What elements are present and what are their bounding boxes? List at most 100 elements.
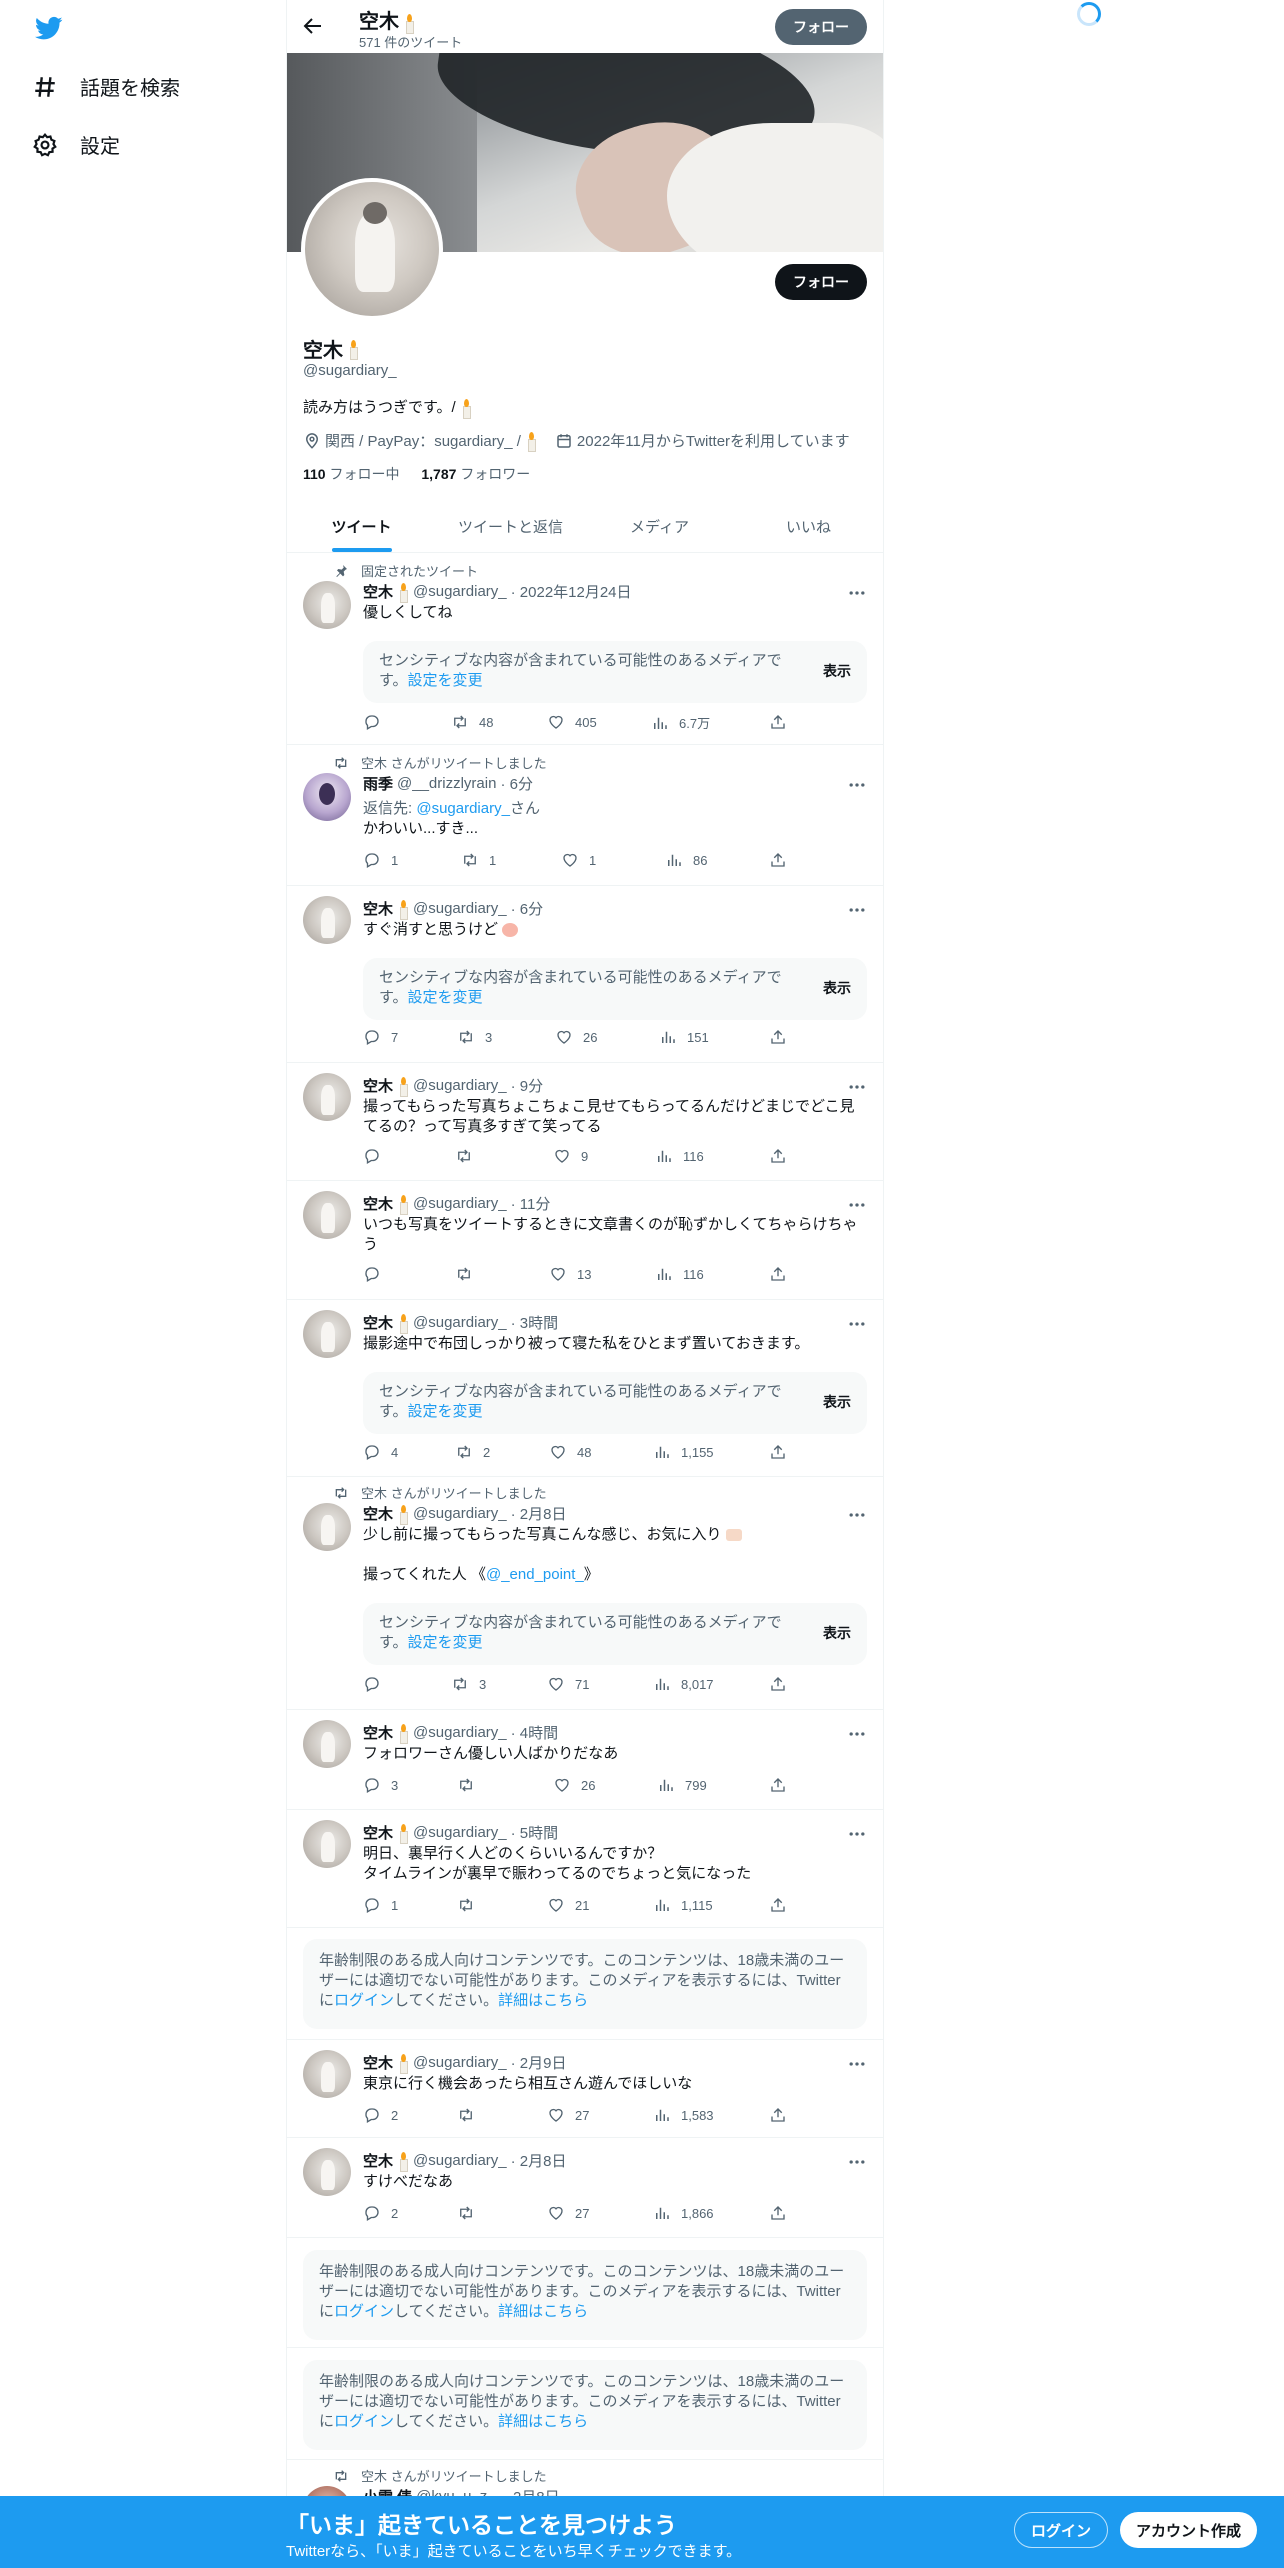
tweet[interactable]: 空木 さんがリツイートしました 空木 @sugardiary_ · 2月8日 少し前…: [287, 1477, 883, 1710]
reply-button[interactable]: 1: [363, 851, 398, 869]
share-button[interactable]: [769, 2106, 797, 2124]
retweet-button[interactable]: [457, 1896, 485, 1914]
avatar[interactable]: [303, 773, 351, 821]
reply-button[interactable]: [363, 1147, 391, 1165]
retweet-button[interactable]: 2: [455, 1443, 490, 1461]
reply-button[interactable]: 2: [363, 2106, 398, 2124]
tweet[interactable]: 空木 @sugardiary_ · 6分 すぐ消すと思うけど センシティブな内容が含…: [287, 886, 883, 1063]
tab-tweets-and-replies[interactable]: ツイートと返信: [436, 500, 585, 552]
tweet-time[interactable]: · 2月9日: [511, 2052, 567, 2073]
share-button[interactable]: [769, 1443, 797, 1461]
like-button[interactable]: 27: [547, 2106, 589, 2124]
views-button[interactable]: 799: [657, 1776, 707, 1794]
tweet-time[interactable]: · 9分: [511, 1075, 544, 1096]
tweet-time[interactable]: · 5時間: [511, 1822, 559, 1843]
twitter-logo-icon[interactable]: [32, 14, 66, 42]
reply-button[interactable]: [363, 1675, 391, 1693]
avatar[interactable]: [303, 1191, 351, 1239]
nav-explore[interactable]: 話題を検索: [32, 72, 180, 101]
author-handle[interactable]: @sugardiary_: [413, 583, 507, 600]
views-button[interactable]: 1,866: [653, 2204, 714, 2222]
like-button[interactable]: 405: [547, 713, 597, 731]
followers-link[interactable]: 1,787 フォロワー: [421, 466, 530, 482]
retweet-button[interactable]: [455, 1147, 483, 1165]
show-media-button[interactable]: 表示: [823, 978, 851, 998]
login-link[interactable]: ログイン: [334, 2413, 394, 2430]
show-media-button[interactable]: 表示: [823, 1392, 851, 1412]
change-settings-link[interactable]: 設定を変更: [408, 989, 483, 1006]
author-name[interactable]: 空木: [363, 1722, 393, 1743]
back-arrow-icon[interactable]: [301, 14, 325, 38]
profile-avatar[interactable]: [301, 178, 443, 320]
tweet-time[interactable]: · 2022年12月24日: [511, 581, 632, 602]
author-name[interactable]: 空木: [363, 1822, 393, 1843]
following-link[interactable]: 110 フォロー中: [303, 466, 399, 482]
tweet[interactable]: 空木 @sugardiary_ · 3時間 撮影途中で布団しっかり被って寝た私をひと…: [287, 1300, 883, 1477]
tab-media[interactable]: メディア: [585, 500, 734, 552]
author-handle[interactable]: @sugardiary_: [413, 2054, 507, 2071]
change-settings-link[interactable]: 設定を変更: [408, 1403, 483, 1420]
author-name[interactable]: 空木: [363, 1312, 393, 1333]
tweet[interactable]: 空木 @sugardiary_ · 9分 撮ってもらった写真ちょこちょこ見せてもらっ…: [287, 1063, 883, 1181]
follow-button[interactable]: フォロー: [775, 264, 867, 300]
reply-button[interactable]: 1: [363, 1896, 398, 1914]
author-handle[interactable]: @sugardiary_: [413, 900, 507, 917]
tweet-time[interactable]: · 3時間: [511, 1312, 559, 1333]
show-media-button[interactable]: 表示: [823, 661, 851, 681]
author-handle[interactable]: @sugardiary_: [413, 1724, 507, 1741]
reply-button[interactable]: 4: [363, 1443, 398, 1461]
more-icon[interactable]: [847, 900, 867, 920]
more-icon[interactable]: [847, 2152, 867, 2172]
author-handle[interactable]: @__drizzlyrain: [397, 775, 496, 792]
author-handle[interactable]: @sugardiary_: [413, 1195, 507, 1212]
like-button[interactable]: 9: [553, 1147, 588, 1165]
author-handle[interactable]: @sugardiary_: [413, 1824, 507, 1841]
login-button[interactable]: ログイン: [1014, 2512, 1109, 2548]
more-icon[interactable]: [847, 1824, 867, 1844]
tweet-time[interactable]: · 6分: [511, 898, 544, 919]
like-button[interactable]: 13: [549, 1265, 591, 1283]
avatar[interactable]: [303, 2050, 351, 2098]
views-button[interactable]: 1,115: [653, 1896, 713, 1914]
share-button[interactable]: [769, 713, 797, 731]
author-name[interactable]: 雨季: [363, 773, 393, 794]
author-name[interactable]: 空木: [363, 581, 393, 602]
author-handle[interactable]: @sugardiary_: [413, 1077, 507, 1094]
avatar[interactable]: [303, 896, 351, 944]
avatar[interactable]: [303, 2148, 351, 2196]
more-icon[interactable]: [847, 2054, 867, 2074]
share-button[interactable]: [769, 1147, 797, 1165]
show-media-button[interactable]: 表示: [823, 1623, 851, 1643]
avatar[interactable]: [303, 1820, 351, 1868]
views-button[interactable]: 116: [655, 1265, 704, 1283]
views-button[interactable]: 116: [655, 1147, 704, 1165]
tweet[interactable]: 空木 @sugardiary_ · 2月9日 東京に行く機会あったら相互さん遊んでほ…: [287, 2040, 883, 2138]
tweet[interactable]: 空木 @sugardiary_ · 5時間 明日、裏早行く人どのくらいいるんですか？…: [287, 1810, 883, 1928]
like-button[interactable]: 48: [549, 1443, 591, 1461]
retweet-button[interactable]: 1: [461, 851, 496, 869]
more-icon[interactable]: [847, 583, 867, 603]
more-icon[interactable]: [847, 1314, 867, 1334]
author-name[interactable]: 空木: [363, 898, 393, 919]
login-link[interactable]: ログイン: [334, 1992, 394, 2009]
reply-button[interactable]: 3: [363, 1776, 398, 1794]
tweet-time[interactable]: · 6分: [500, 773, 533, 794]
views-button[interactable]: 6.7万: [651, 713, 710, 732]
author-name[interactable]: 空木: [363, 1503, 393, 1524]
tab-likes[interactable]: いいね: [734, 500, 883, 552]
like-button[interactable]: 1: [561, 851, 596, 869]
retweet-button[interactable]: [457, 2204, 485, 2222]
like-button[interactable]: 27: [547, 2204, 589, 2222]
views-button[interactable]: 1,155: [653, 1443, 714, 1461]
tweet[interactable]: 固定されたツイート 空木 @sugardiary_ · 2022年12月24日 優し…: [287, 553, 883, 745]
share-button[interactable]: [769, 1028, 797, 1046]
share-button[interactable]: [769, 2204, 797, 2222]
author-name[interactable]: 空木: [363, 2052, 393, 2073]
retweet-button[interactable]: 48: [451, 713, 493, 731]
share-button[interactable]: [769, 1675, 797, 1693]
signup-button[interactable]: アカウント作成: [1120, 2512, 1258, 2548]
share-button[interactable]: [769, 1896, 797, 1914]
author-handle[interactable]: @sugardiary_: [413, 1314, 507, 1331]
avatar[interactable]: [303, 1073, 351, 1121]
avatar[interactable]: [303, 1503, 351, 1551]
